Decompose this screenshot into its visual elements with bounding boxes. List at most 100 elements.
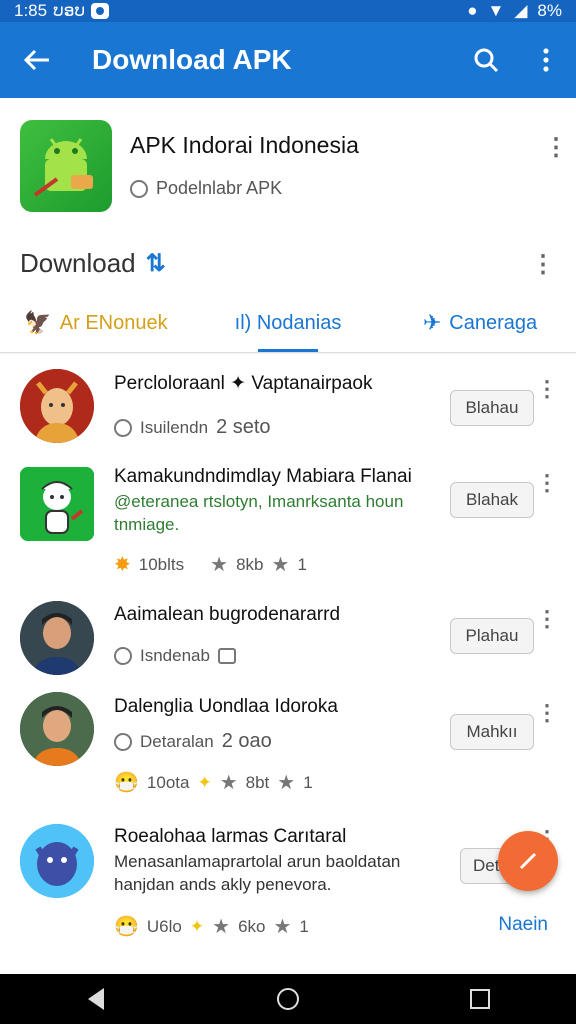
- status-carrier: ບອບ: [53, 1, 86, 20]
- sparkle-icon: ✦: [197, 772, 212, 792]
- item-rating: 1: [297, 554, 307, 574]
- avatar: [20, 601, 94, 675]
- status-bar: 1:85 ບອບ ● ▼ ◢ 8%: [0, 0, 576, 22]
- back-arrow-icon[interactable]: [0, 22, 74, 98]
- emoji-icon: 😷: [114, 772, 139, 794]
- item-rating: 1: [299, 916, 309, 936]
- item-description: @eteranea rtslotyn, Imanrksanta houn tnm…: [114, 492, 404, 534]
- camera-icon: [217, 648, 236, 664]
- apk-list: Percloloraanl ✦ Vaptanairpaok Isuilendn …: [0, 354, 576, 974]
- star-icon: ★: [219, 772, 238, 794]
- item-meta: Isuilendn 2 seto: [114, 416, 271, 439]
- download-button[interactable]: Mahkıı: [450, 714, 534, 750]
- publisher-icon: [114, 418, 132, 437]
- edit-fab-button[interactable]: [498, 831, 558, 891]
- item-more-icon[interactable]: ⋮: [536, 470, 558, 496]
- tab-second[interactable]: ıl) Nodanias: [192, 294, 384, 352]
- avatar: [20, 369, 94, 443]
- list-item[interactable]: Aaimalean bugrodenararrd Isndenab Plahau…: [0, 594, 576, 694]
- item-title: Percloloraanl ✦ Vaptanairpaok: [114, 373, 373, 394]
- item-size: 8kb: [236, 554, 264, 574]
- item-description: Menasanlamaprartolal arun baoldatan hanj…: [114, 852, 401, 894]
- item-link[interactable]: Naein: [498, 914, 548, 936]
- item-title: Roealohaa larmas Carıtaral: [114, 826, 347, 847]
- tab-third[interactable]: ✈ Caneraga: [384, 294, 576, 352]
- section-title-label: Download: [20, 248, 136, 278]
- triangle-back-icon: [88, 988, 104, 1010]
- sparkle-icon: ✦: [189, 916, 205, 936]
- item-downloads: U6lo: [146, 916, 182, 936]
- app-header-card: APK Indorai Indonesia Podelnlabr APK ⋮ D…: [0, 98, 576, 353]
- search-icon[interactable]: [456, 22, 516, 98]
- nav-back-button[interactable]: [56, 974, 136, 1024]
- status-time: 1:85: [14, 1, 48, 20]
- item-more-icon[interactable]: ⋮: [536, 606, 558, 632]
- bird-icon: 🦅: [24, 310, 52, 335]
- tab-bar: 🦅 Ar ENonuek ıl) Nodanias ✈ Caneraga: [0, 294, 576, 352]
- item-meta: Isndenab: [114, 646, 236, 666]
- item-title: Dalenglia Uondlaa Idoroka: [114, 696, 338, 717]
- item-stats: 😷 U6lo ✦ ★ 6ko ★ 1: [114, 914, 309, 939]
- item-more-icon[interactable]: ⋮: [536, 376, 558, 402]
- tab-third-label: Caneraga: [449, 311, 538, 334]
- star-icon: ★: [271, 554, 290, 576]
- avatar: [20, 824, 94, 898]
- list-item[interactable]: Kamakundndimdlay Mabiara Flanai @eterane…: [0, 454, 576, 594]
- android-logo-icon: [20, 120, 112, 212]
- emoji-icon: 😷: [114, 916, 139, 938]
- download-button[interactable]: Plahau: [450, 618, 534, 654]
- app-name: APK Indorai Indonesia: [130, 132, 359, 158]
- publisher-icon: [114, 732, 132, 751]
- notification-icon: [91, 3, 110, 19]
- more-vert-icon[interactable]: [516, 22, 576, 98]
- circle-home-icon: [277, 988, 299, 1010]
- app-more-icon[interactable]: ⋮: [544, 136, 568, 160]
- item-meta-label: Isuilendn: [140, 417, 209, 437]
- nav-home-button[interactable]: [248, 974, 328, 1024]
- signal-icon: ◢: [514, 1, 528, 20]
- item-title: Aaimalean bugrodenararrd: [114, 604, 341, 625]
- section-more-icon[interactable]: ⋮: [531, 253, 555, 277]
- list-item[interactable]: Dalenglia Uondlaa Idoroka Detaralan 2 oa…: [0, 684, 576, 810]
- app-publisher-label: Podelnlabr APK: [156, 178, 283, 198]
- item-meta-extra: 2 seto: [216, 416, 271, 438]
- list-item[interactable]: Percloloraanl ✦ Vaptanairpaok Isuilendn …: [0, 354, 576, 464]
- download-button[interactable]: Blahak: [450, 482, 534, 518]
- publisher-icon: [130, 179, 148, 198]
- battery-level: 8%: [537, 1, 562, 20]
- app-bar-title: Download APK: [92, 44, 292, 75]
- square-recent-icon: [470, 989, 490, 1009]
- system-nav-bar: [0, 974, 576, 1024]
- publisher-icon: [114, 647, 132, 665]
- star-icon: ★: [212, 916, 231, 938]
- avatar: [20, 692, 94, 766]
- item-stats: 😷 10ota ✦ ★ 8bt ★ 1: [114, 770, 313, 795]
- star-icon: ★: [277, 772, 296, 794]
- app-publisher: Podelnlabr APK: [130, 178, 282, 199]
- item-rating: 1: [303, 772, 313, 792]
- tab-first-label: Ar ENonuek: [59, 311, 168, 334]
- item-meta-label: Isndenab: [140, 646, 210, 665]
- avatar: [20, 467, 94, 541]
- tag-icon: ✈: [422, 310, 442, 335]
- app-bar: Download APK: [0, 22, 576, 98]
- nav-recent-button[interactable]: [440, 974, 520, 1024]
- wifi-icon: ▼: [487, 1, 505, 20]
- item-size: 6ko: [238, 916, 266, 936]
- list-item[interactable]: Roealohaa larmas Carıtaral Menasanlamapr…: [0, 810, 576, 970]
- download-button[interactable]: Blahau: [450, 390, 534, 426]
- star-icon: ★: [273, 916, 292, 938]
- item-more-icon[interactable]: ⋮: [536, 700, 558, 726]
- item-meta-extra: 2 oao: [221, 730, 272, 752]
- tab-second-label: ıl) Nodanias: [234, 311, 342, 334]
- download-arrows-icon: ⇅: [145, 250, 166, 277]
- item-title: Kamakundndimdlay Mabiara Flanai: [114, 466, 412, 487]
- item-downloads: 10ota: [146, 772, 190, 792]
- badge-icon: ✸: [114, 554, 131, 576]
- item-size: 8bt: [245, 772, 270, 792]
- star-icon: ★: [210, 554, 229, 576]
- item-meta-label: Detaralan: [140, 731, 214, 751]
- section-title: Download ⇅: [20, 248, 166, 279]
- item-downloads: 10blts: [138, 554, 185, 574]
- tab-first[interactable]: 🦅 Ar ENonuek: [0, 294, 192, 352]
